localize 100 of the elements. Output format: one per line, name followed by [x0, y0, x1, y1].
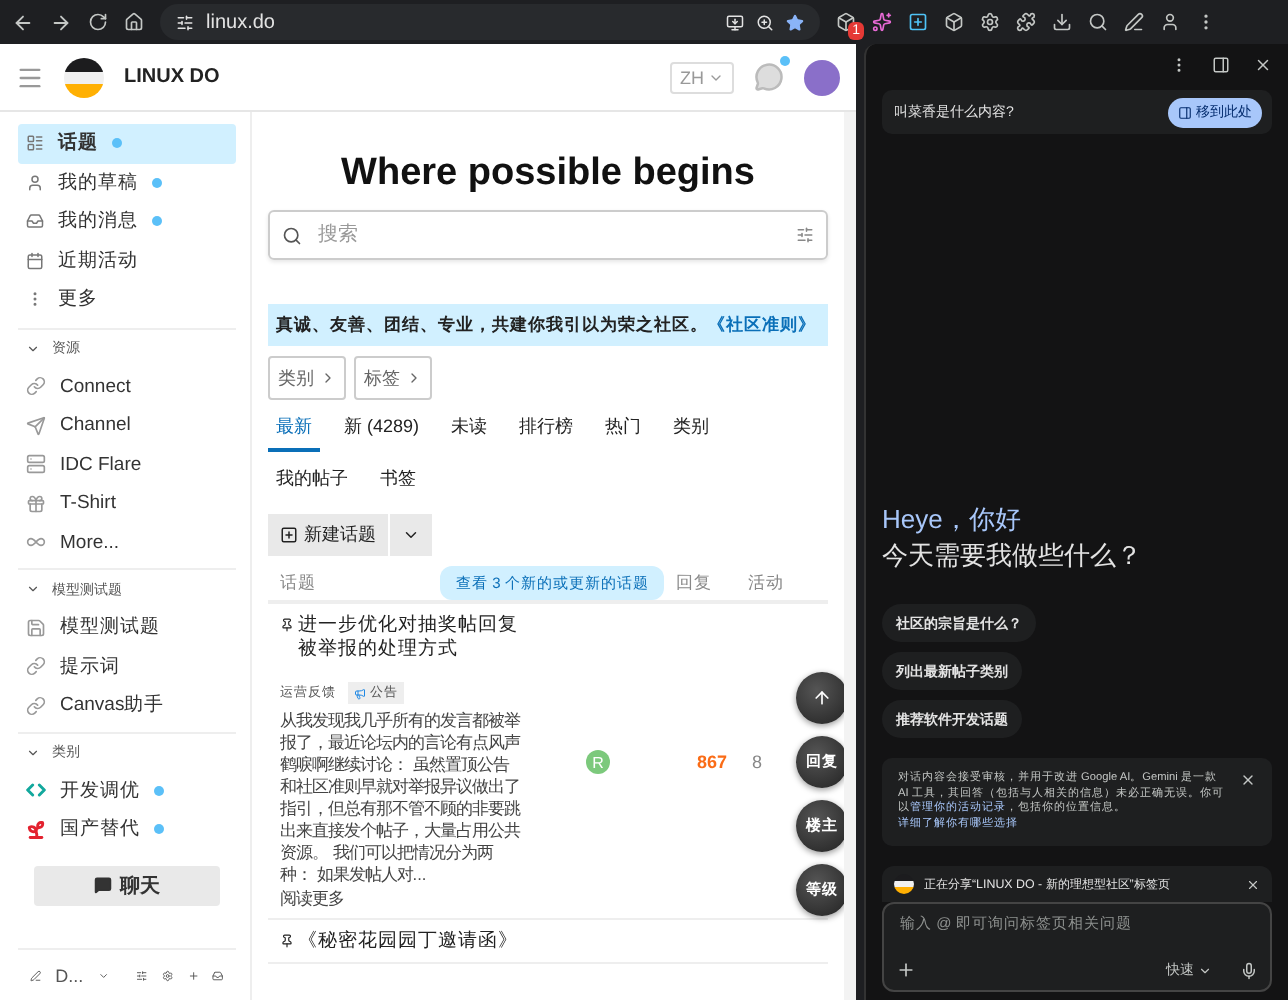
chat-button[interactable]: 聊天	[34, 865, 220, 905]
sidebar-item[interactable]: T-Shirt	[18, 484, 236, 523]
extension-icon[interactable]	[908, 12, 928, 32]
chevron-icon	[406, 370, 422, 386]
menu-button[interactable]	[16, 63, 44, 91]
chevron-icon	[26, 745, 40, 759]
nav-tab[interactable]: 热门	[597, 408, 650, 452]
zoom-icon	[756, 13, 774, 31]
filter-dropdown[interactable]: 标签	[354, 356, 432, 400]
chevron-icon	[26, 582, 40, 596]
close-icon[interactable]	[1240, 772, 1256, 788]
greeting-name: Heye，你好	[882, 502, 1023, 538]
nav-tab[interactable]: 书签	[372, 460, 424, 504]
sidebar-item[interactable]: Canvas助手	[18, 686, 236, 725]
sidebar-item[interactable]: 我的草稿	[18, 163, 236, 202]
footer-label[interactable]: D...	[55, 965, 84, 985]
greeting-question: 今天需要我做些什么？	[882, 538, 1144, 574]
activity-time: 8	[752, 752, 763, 772]
guidelines-link[interactable]: 《社区准则》	[708, 313, 816, 337]
plus-icon	[280, 526, 298, 544]
chevron-icon	[26, 341, 40, 355]
puzzle-icon[interactable]	[1016, 12, 1036, 32]
nav-tab[interactable]: 最新	[268, 408, 320, 452]
filter-dropdown[interactable]: 类别	[268, 356, 346, 400]
nav-tab[interactable]: 我的帖子	[268, 460, 356, 504]
gift-icon	[26, 493, 46, 514]
search-icon[interactable]	[1088, 12, 1108, 32]
close-icon[interactable]	[1254, 55, 1272, 73]
panel-icon	[1178, 105, 1192, 119]
sliders-icon	[176, 13, 194, 31]
gear-icon[interactable]	[980, 12, 1000, 32]
column-header: 话题	[280, 571, 318, 595]
arrow-up-icon	[812, 688, 832, 708]
sidebar-item[interactable]: Connect	[18, 367, 236, 406]
column-header: 活动	[748, 571, 786, 595]
search-bar[interactable]: 搜索	[268, 210, 828, 260]
url-text: linux.do	[206, 11, 277, 33]
page-title: Where possible begins	[339, 152, 757, 196]
sidebar-item[interactable]: 我的消息	[18, 202, 236, 241]
sparkle-icon[interactable]	[872, 12, 892, 32]
new-topic-button[interactable]: 新建话题	[268, 514, 388, 556]
list-icon	[26, 134, 44, 153]
pen-icon	[30, 967, 42, 983]
server-icon	[26, 454, 46, 475]
back-button[interactable]	[12, 11, 34, 33]
sidebar-item[interactable]: 模型测试题	[18, 608, 236, 647]
topic-title[interactable]: 《秘密花园园丁邀请函》	[280, 930, 676, 954]
nav-tab[interactable]: 新 (4289)	[336, 408, 428, 452]
home-button[interactable]	[124, 12, 144, 32]
nav-tab[interactable]: 未读	[443, 408, 496, 452]
send-icon	[26, 415, 46, 436]
sidebar-item[interactable]: 开发调优	[18, 771, 236, 810]
save-icon	[26, 617, 46, 638]
star-icon	[786, 13, 804, 31]
sidebar-item[interactable]: 更多	[18, 280, 236, 319]
banner-text: 真诚、友善、团结、专业，共建你我引以为荣之社区。	[276, 313, 708, 337]
settings-icon[interactable]	[161, 967, 174, 983]
pen-icon[interactable]	[1124, 12, 1144, 32]
nav-tab[interactable]: 排行榜	[511, 408, 582, 452]
reload-button[interactable]	[88, 12, 108, 32]
address-bar[interactable]: linux.do	[160, 4, 820, 40]
chevron-icon	[320, 370, 336, 386]
chevron-icon	[402, 526, 420, 544]
sidebar-item[interactable]: IDC Flare	[18, 445, 236, 484]
sidebar-item[interactable]: 话题	[18, 124, 236, 163]
sidebar-item[interactable]: 国产替代	[18, 810, 236, 849]
plus-icon[interactable]	[187, 967, 199, 983]
scroll-up-button[interactable]	[796, 672, 844, 724]
nav-tab[interactable]: 类别	[665, 408, 718, 452]
topic-title[interactable]: 进一步优化对抽奖帖回复被举报的处理方式	[280, 614, 520, 662]
extension-icon[interactable]	[944, 12, 964, 32]
inbox-icon	[26, 212, 44, 231]
inbox-icon[interactable]	[212, 967, 224, 983]
add-icon[interactable]	[896, 960, 916, 980]
sliders-icon	[796, 226, 814, 244]
column-header: 回复	[676, 571, 714, 595]
link-icon	[26, 656, 46, 677]
forward-button[interactable]	[50, 11, 72, 33]
chat-icon	[94, 876, 112, 894]
sidebar-item[interactable]: More...	[18, 523, 236, 562]
calendar-icon	[26, 251, 44, 270]
close-icon[interactable]	[1246, 877, 1260, 891]
mic-icon[interactable]	[1240, 961, 1258, 979]
chevron-icon	[1198, 963, 1212, 977]
sidebar-item[interactable]: 近期活动	[18, 241, 236, 280]
sidebar-item[interactable]: 提示词	[18, 647, 236, 686]
reply-count: 867	[694, 752, 730, 772]
read-more-link[interactable]: 阅读更多	[280, 888, 520, 910]
link-icon	[26, 376, 46, 397]
link-icon	[26, 695, 46, 716]
user-icon	[26, 173, 44, 192]
profile-icon[interactable]	[1160, 12, 1180, 32]
panel-icon[interactable]	[1212, 55, 1230, 73]
sidebar-item[interactable]: Channel	[18, 406, 236, 445]
search-icon	[282, 225, 302, 245]
sliders-icon[interactable]	[136, 967, 148, 983]
avatar[interactable]	[804, 59, 840, 95]
download-icon[interactable]	[1052, 12, 1072, 32]
megaphone-icon	[354, 687, 366, 699]
topic-excerpt: 从我发现我几乎所有的发言都被举报了，最近论坛内的言论有点风声鹤唳啊继续讨论： 虽然置顶公告和社区准则早就对举报异议做出了指引，但总有那不管不顾的非要跳出来直接发个帖子，大量占用公共资源。 我们可以把情况分为两种： 如果发帖人对...	[280, 710, 520, 886]
